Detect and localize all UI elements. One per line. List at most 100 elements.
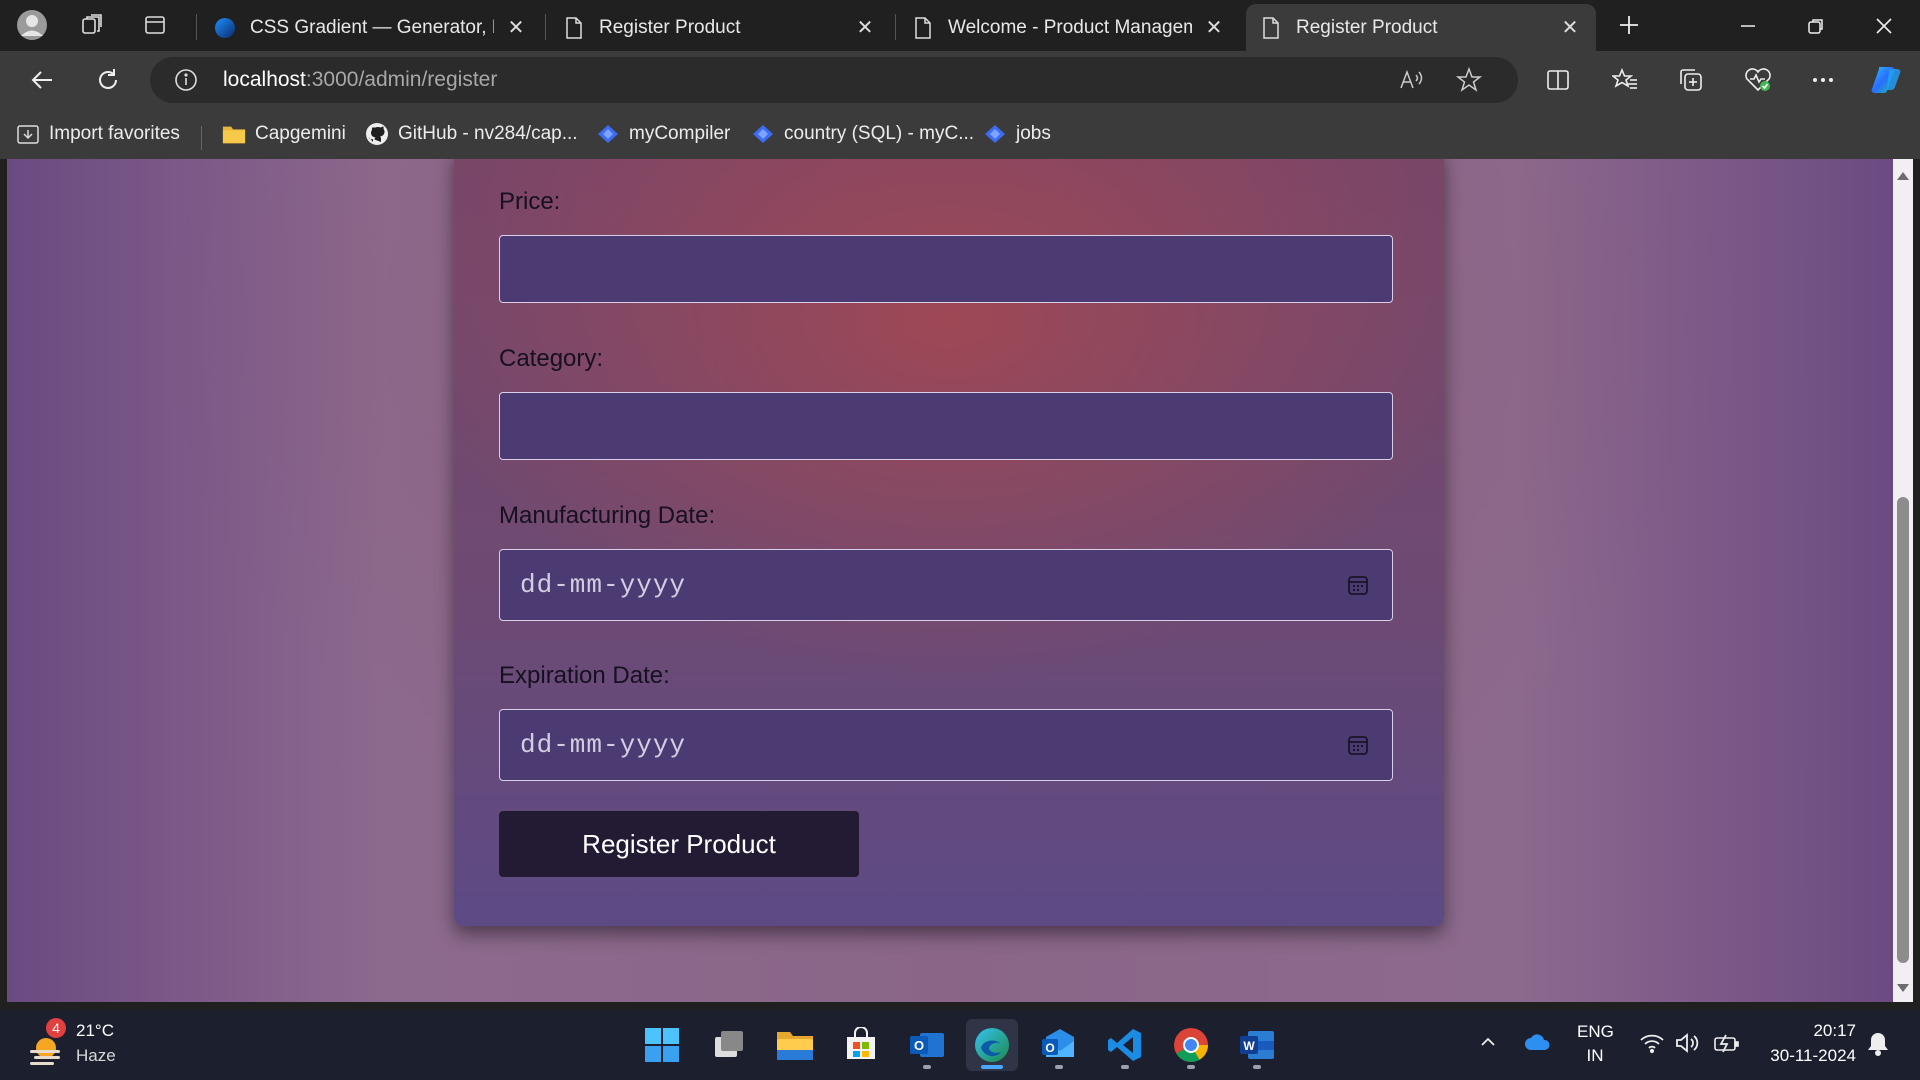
clock-date[interactable]: 30-11-2024 xyxy=(1756,1046,1856,1066)
scroll-up-icon[interactable] xyxy=(1896,169,1910,183)
tab-title: Welcome - Product Management xyxy=(948,16,1192,38)
favorite-github[interactable]: GitHub - nv284/cap... xyxy=(365,119,578,149)
date-placeholder: dd-mm-yyyy xyxy=(520,570,687,600)
register-product-form: Price: Category: Manufacturing Date: dd-… xyxy=(454,159,1444,926)
favorite-label: Capgemini xyxy=(255,123,346,144)
site-info-icon[interactable] xyxy=(174,68,198,97)
folder-icon xyxy=(222,122,246,146)
favorites-icon[interactable] xyxy=(1605,60,1645,100)
favorite-star-icon[interactable] xyxy=(1455,66,1483,98)
weather-temperature: 21°C xyxy=(76,1021,114,1040)
tab-welcome[interactable]: Welcome - Product Management ✕ xyxy=(898,4,1240,51)
favorite-label: jobs xyxy=(1016,123,1051,144)
file-explorer-icon[interactable] xyxy=(769,1019,821,1071)
restore-icon[interactable] xyxy=(1782,0,1850,51)
notifications-bell-icon[interactable] xyxy=(1866,1031,1890,1062)
clock-time[interactable]: 20:17 xyxy=(1756,1021,1856,1041)
tab-separator xyxy=(196,14,197,40)
date-placeholder: dd-mm-yyyy xyxy=(520,730,687,760)
running-indicator xyxy=(1187,1065,1195,1069)
running-indicator xyxy=(1121,1065,1129,1069)
favorite-mycompiler[interactable]: myCompiler xyxy=(596,119,730,149)
split-screen-icon[interactable] xyxy=(1538,60,1578,100)
outlook-new-icon[interactable]: O xyxy=(1033,1019,1085,1071)
back-icon[interactable] xyxy=(22,60,62,100)
favorite-jobs[interactable]: jobs xyxy=(983,119,1051,149)
copilot-icon[interactable] xyxy=(1866,60,1906,100)
mycompiler-icon xyxy=(751,122,775,146)
register-product-button[interactable]: Register Product xyxy=(499,811,859,877)
tab-title: CSS Gradient — Generator, Maker, and Lib… xyxy=(250,16,494,38)
edge-icon[interactable] xyxy=(966,1019,1018,1071)
new-tab-icon[interactable] xyxy=(1612,8,1646,42)
expiration-date-input[interactable]: dd-mm-yyyy xyxy=(499,709,1393,781)
region-code[interactable]: IN xyxy=(1577,1046,1613,1066)
favorite-country-sql[interactable]: country (SQL) - myC... xyxy=(751,119,974,149)
close-tab-icon[interactable]: ✕ xyxy=(1202,16,1226,40)
address-bar[interactable]: localhost:3000/admin/register xyxy=(150,57,1518,103)
refresh-icon[interactable] xyxy=(88,60,128,100)
minimize-icon[interactable] xyxy=(1714,0,1782,51)
manufacturing-date-input[interactable]: dd-mm-yyyy xyxy=(499,549,1393,621)
read-aloud-icon[interactable] xyxy=(1398,67,1424,98)
page-scrollbar[interactable] xyxy=(1893,159,1913,1002)
navigation-toolbar: localhost:3000/admin/register xyxy=(0,51,1920,109)
collections-icon[interactable] xyxy=(1671,60,1711,100)
svg-text:O: O xyxy=(914,1038,924,1053)
workspaces-icon[interactable] xyxy=(75,8,109,42)
outlook-classic-icon[interactable]: O xyxy=(901,1019,953,1071)
price-input[interactable] xyxy=(499,235,1393,303)
page-icon xyxy=(1260,16,1282,39)
close-window-icon[interactable] xyxy=(1850,0,1918,51)
close-tab-icon[interactable]: ✕ xyxy=(1558,16,1582,40)
favorite-import[interactable]: Import favorites xyxy=(16,119,180,149)
expiration-date-label: Expiration Date: xyxy=(499,662,670,689)
close-tab-icon[interactable]: ✕ xyxy=(853,16,877,40)
wifi-icon[interactable] xyxy=(1639,1032,1665,1059)
profile-avatar-icon[interactable] xyxy=(15,8,49,42)
favorite-label: myCompiler xyxy=(629,123,731,144)
weather-condition: Haze xyxy=(76,1046,116,1065)
show-hidden-icons-icon[interactable] xyxy=(1478,1032,1498,1057)
word-icon[interactable]: W xyxy=(1231,1019,1283,1071)
weather-widget-icon[interactable]: 4 xyxy=(24,1018,68,1068)
scrollbar-thumb[interactable] xyxy=(1897,497,1909,963)
language-code[interactable]: ENG xyxy=(1577,1022,1614,1042)
chrome-icon[interactable] xyxy=(1165,1019,1217,1071)
volume-icon[interactable] xyxy=(1674,1032,1700,1059)
microsoft-store-icon[interactable] xyxy=(835,1019,887,1071)
favorites-divider xyxy=(201,126,202,150)
tab-separator xyxy=(545,14,546,40)
svg-text:W: W xyxy=(1243,1039,1255,1053)
tab-register-product[interactable]: Register Product ✕ xyxy=(549,4,891,51)
vertical-tabs-icon[interactable] xyxy=(138,8,172,42)
close-tab-icon[interactable]: ✕ xyxy=(504,16,528,40)
onedrive-icon[interactable] xyxy=(1524,1032,1552,1057)
url-text: localhost:3000/admin/register xyxy=(223,68,497,92)
task-view-icon[interactable] xyxy=(703,1019,755,1071)
battery-charging-icon[interactable] xyxy=(1712,1032,1740,1059)
calendar-icon[interactable] xyxy=(1346,733,1370,757)
favorite-label: country (SQL) - myC... xyxy=(784,123,975,144)
tab-register-product-active[interactable]: Register Product ✕ xyxy=(1246,4,1596,51)
more-options-icon[interactable] xyxy=(1803,60,1843,100)
start-button[interactable] xyxy=(636,1019,688,1071)
css-gradient-icon xyxy=(214,17,236,39)
favorite-capgemini[interactable]: Capgemini xyxy=(222,119,346,149)
scroll-down-icon[interactable] xyxy=(1896,981,1910,995)
vscode-icon[interactable] xyxy=(1099,1019,1151,1071)
running-indicator xyxy=(1253,1065,1261,1069)
browser-essentials-icon[interactable] xyxy=(1738,60,1778,100)
running-indicator xyxy=(981,1065,1003,1069)
calendar-icon[interactable] xyxy=(1346,573,1370,597)
manufacturing-date-label: Manufacturing Date: xyxy=(499,502,716,529)
page-icon xyxy=(563,16,585,39)
category-label: Category: xyxy=(499,345,604,372)
tab-css-gradient[interactable]: CSS Gradient — Generator, Maker, and Lib… xyxy=(200,4,542,51)
category-input[interactable] xyxy=(499,392,1393,460)
price-label: Price: xyxy=(499,188,561,215)
mycompiler-icon xyxy=(983,122,1007,146)
favorites-bar: Import favorites Capgemini GitHub - nv28… xyxy=(0,109,1920,159)
tab-title: Register Product xyxy=(599,16,741,38)
url-host: localhost xyxy=(223,68,306,91)
